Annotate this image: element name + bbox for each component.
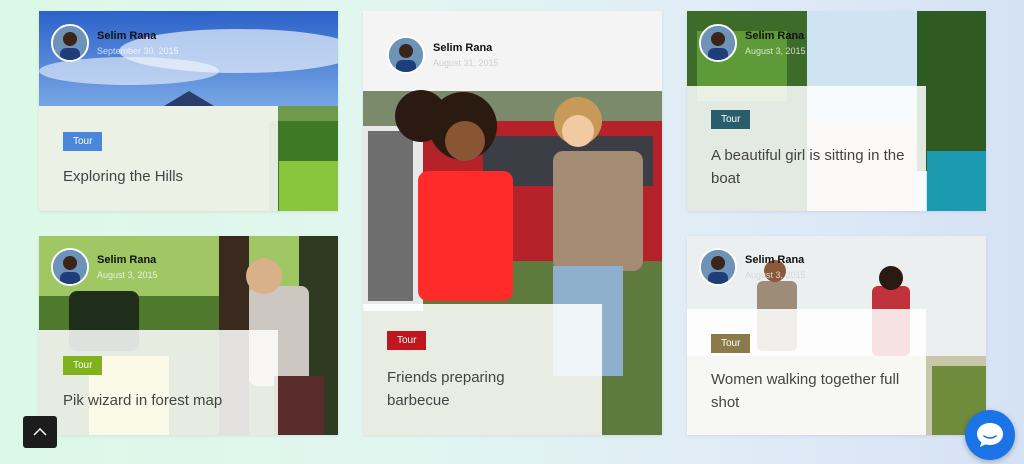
category-tag[interactable]: Tour: [711, 110, 751, 129]
author-avatar[interactable]: [51, 248, 89, 286]
post-date: September 30, 2015: [97, 46, 179, 56]
post-card-women-walking[interactable]: Selim Rana August 3, 2015 Tour Women wal…: [687, 236, 986, 435]
card-author: Selim Rana August 3, 2015: [699, 24, 806, 62]
post-date: August 31, 2015: [433, 58, 499, 68]
post-title[interactable]: Exploring the Hills: [63, 165, 263, 188]
author-name[interactable]: Selim Rana: [97, 30, 179, 42]
card-author: Selim Rana August 3, 2015: [51, 248, 158, 286]
category-tag[interactable]: Tour: [63, 132, 103, 151]
card-caption-panel: [39, 330, 278, 435]
author-name[interactable]: Selim Rana: [433, 42, 499, 54]
post-card-barbecue[interactable]: Selim Rana August 31, 2015 Tour Friends …: [363, 11, 662, 435]
author-avatar[interactable]: [699, 24, 737, 62]
post-card-boat[interactable]: Selim Rana August 3, 2015 Tour A beautif…: [687, 11, 986, 211]
author-avatar[interactable]: [387, 36, 425, 74]
card-author: Selim Rana August 31, 2015: [387, 36, 499, 74]
post-title[interactable]: Pik wizard in forest map: [63, 389, 263, 412]
post-title[interactable]: A beautiful girl is sitting in the boat: [711, 144, 911, 190]
author-name[interactable]: Selim Rana: [745, 254, 806, 266]
post-date: August 3, 2015: [97, 270, 158, 280]
author-avatar[interactable]: [51, 24, 89, 62]
card-caption-panel: [39, 106, 278, 211]
category-tag[interactable]: Tour: [711, 334, 751, 353]
post-card-forest-map[interactable]: Selim Rana August 3, 2015 Tour Pik wizar…: [39, 236, 338, 435]
category-tag[interactable]: Tour: [63, 356, 103, 375]
author-name[interactable]: Selim Rana: [97, 254, 158, 266]
post-date: August 3, 2015: [745, 46, 806, 56]
author-avatar[interactable]: [699, 248, 737, 286]
category-tag[interactable]: Tour: [387, 331, 427, 350]
post-card-exploring-hills[interactable]: Selim Rana September 30, 2015 Tour Explo…: [39, 11, 338, 211]
card-author: Selim Rana August 3, 2015: [699, 248, 806, 286]
chat-bubble-icon: [977, 423, 1003, 447]
chevron-up-icon: [33, 427, 47, 436]
post-title[interactable]: Women walking together full shot: [711, 368, 911, 414]
post-title[interactable]: Friends preparing barbecue: [387, 366, 567, 412]
post-date: August 3, 2015: [745, 270, 806, 280]
author-name[interactable]: Selim Rana: [745, 30, 806, 42]
card-author: Selim Rana September 30, 2015: [51, 24, 179, 62]
back-to-top-button[interactable]: [23, 416, 57, 448]
chat-launcher-button[interactable]: [965, 410, 1015, 460]
